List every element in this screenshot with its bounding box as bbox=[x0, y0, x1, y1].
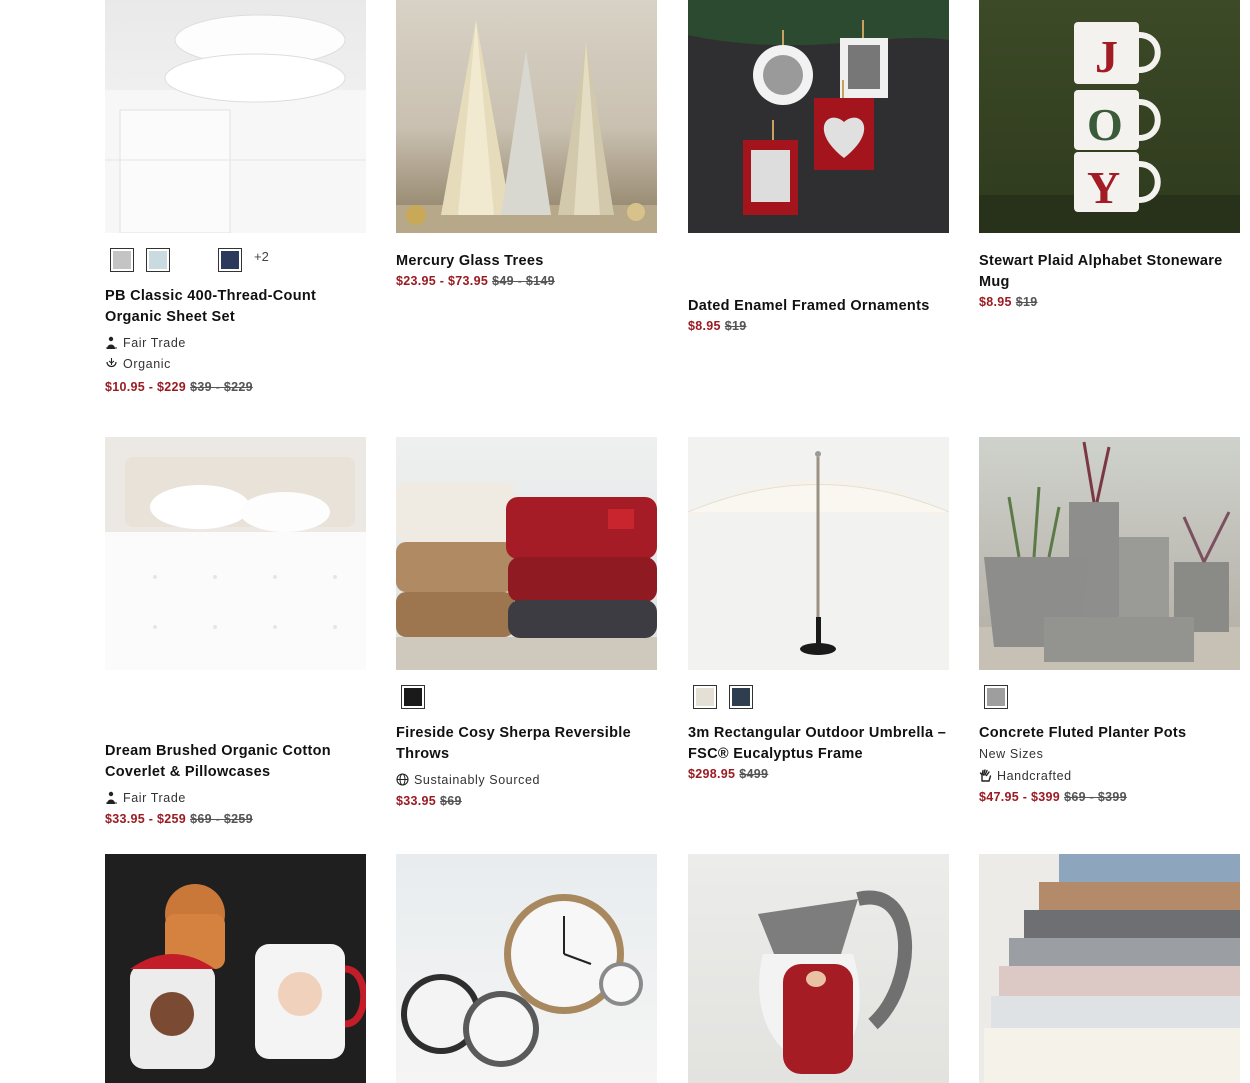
product-image[interactable] bbox=[688, 0, 949, 233]
product-title[interactable]: Mercury Glass Trees bbox=[396, 251, 657, 272]
ornaments-illustration bbox=[688, 0, 949, 215]
product-card: Fireside Cosy Sherpa Reversible Throws S… bbox=[396, 437, 657, 808]
product-image[interactable] bbox=[979, 437, 1240, 670]
product-image[interactable] bbox=[688, 854, 949, 1083]
product-price: $8.95 $19 bbox=[979, 295, 1240, 309]
color-swatches: +2 bbox=[105, 245, 366, 275]
more-colors-link[interactable]: +2 bbox=[254, 249, 269, 264]
sale-price: $8.95 bbox=[979, 295, 1012, 309]
product-price: $10.95 - $229 $39 - $229 bbox=[105, 380, 366, 394]
color-swatch[interactable] bbox=[729, 685, 753, 709]
product-card bbox=[688, 854, 949, 1083]
fair-trade-icon bbox=[106, 336, 117, 349]
product-image[interactable] bbox=[979, 854, 1240, 1083]
mercury-glass-trees-illustration bbox=[396, 20, 657, 233]
original-price: $49 - $149 bbox=[492, 274, 555, 288]
sustainably-sourced-badge: Sustainably Sourced bbox=[396, 769, 657, 790]
product-title[interactable]: Stewart Plaid Alphabet Stoneware Mug bbox=[979, 251, 1240, 293]
color-swatches bbox=[688, 682, 949, 712]
color-swatch[interactable] bbox=[984, 685, 1008, 709]
product-card: Mercury Glass Trees $23.95 - $73.95 $49 -… bbox=[396, 0, 657, 288]
product-card: Dated Enamel Framed Ornaments $8.95 $19 bbox=[688, 0, 949, 333]
product-title[interactable]: Fireside Cosy Sherpa Reversible Throws bbox=[396, 723, 657, 765]
coverlet-illustration bbox=[105, 457, 366, 670]
product-image[interactable] bbox=[688, 437, 949, 670]
product-card: Concrete Fluted Planter Pots New Sizes H… bbox=[979, 437, 1240, 804]
sale-price: $33.95 - $259 bbox=[105, 812, 187, 826]
color-swatches bbox=[979, 682, 1240, 712]
product-image[interactable] bbox=[396, 854, 657, 1083]
product-image[interactable]: J O Y bbox=[979, 0, 1240, 233]
handcrafted-badge: Handcrafted bbox=[979, 765, 1240, 786]
product-image[interactable] bbox=[105, 0, 366, 233]
santa-mugs-illustration bbox=[130, 884, 366, 1069]
product-price: $298.95 $499 bbox=[688, 767, 949, 781]
product-title[interactable]: Concrete Fluted Planter Pots bbox=[979, 723, 1240, 744]
product-image[interactable] bbox=[105, 854, 366, 1083]
product-title[interactable]: 3m Rectangular Outdoor Umbrella – FSC® E… bbox=[688, 723, 949, 765]
color-swatches bbox=[396, 682, 657, 712]
original-price: $19 bbox=[1015, 295, 1038, 309]
sherpa-throws-illustration bbox=[396, 482, 657, 670]
product-title[interactable]: Dated Enamel Framed Ornaments bbox=[688, 296, 949, 317]
original-price: $69 - $399 bbox=[1064, 790, 1127, 804]
original-price: $69 bbox=[440, 794, 462, 808]
product-price: $23.95 - $73.95 $49 - $149 bbox=[396, 274, 657, 288]
product-title[interactable]: PB Classic 400-Thread-Count Organic Shee… bbox=[105, 286, 366, 328]
product-price: $8.95 $19 bbox=[688, 319, 949, 333]
gnome-pitcher-illustration bbox=[758, 890, 913, 1074]
product-card: Dream Brushed Organic Cotton Coverlet & … bbox=[105, 437, 366, 826]
color-swatch[interactable] bbox=[218, 248, 242, 272]
sheet-set-illustration bbox=[105, 14, 366, 233]
fair-trade-icon bbox=[106, 791, 117, 804]
color-swatch[interactable] bbox=[182, 248, 206, 272]
product-title[interactable]: Dream Brushed Organic Cotton Coverlet & … bbox=[105, 741, 366, 783]
product-card: J O Y Stewart Plaid Alphabet Stoneware M… bbox=[979, 0, 1240, 309]
fair-trade-badge: Fair Trade bbox=[105, 332, 366, 353]
original-price: $69 - $259 bbox=[190, 812, 253, 826]
sale-price: $33.95 bbox=[396, 794, 437, 808]
organic-badge: Organic bbox=[105, 353, 366, 374]
product-card bbox=[396, 854, 657, 1083]
color-swatch[interactable] bbox=[693, 685, 717, 709]
svg-text:O: O bbox=[1087, 99, 1123, 150]
product-price: $33.95 $69 bbox=[396, 794, 657, 808]
product-card bbox=[105, 854, 366, 1083]
original-price: $19 bbox=[724, 319, 747, 333]
color-swatch[interactable] bbox=[110, 248, 134, 272]
globe-icon bbox=[396, 773, 409, 786]
product-card: 3m Rectangular Outdoor Umbrella – FSC® E… bbox=[688, 437, 949, 781]
sale-price: $10.95 - $229 bbox=[105, 380, 187, 394]
color-swatch[interactable] bbox=[146, 248, 170, 272]
sale-price: $47.95 - $399 bbox=[979, 790, 1061, 804]
product-card: +2 PB Classic 400-Thread-Count Organic S… bbox=[105, 0, 366, 394]
linen-napkins-illustration bbox=[984, 854, 1240, 1083]
product-price: $33.95 - $259 $69 - $259 bbox=[105, 812, 366, 826]
original-price: $39 - $229 bbox=[190, 380, 253, 394]
svg-text:Y: Y bbox=[1087, 162, 1120, 213]
product-price: $47.95 - $399 $69 - $399 bbox=[979, 790, 1240, 804]
sale-price: $23.95 - $73.95 bbox=[396, 274, 489, 288]
organic-icon bbox=[106, 358, 117, 368]
sale-price: $8.95 bbox=[688, 319, 721, 333]
hand-icon bbox=[979, 769, 992, 782]
fair-trade-badge: Fair Trade bbox=[105, 787, 366, 808]
product-image[interactable] bbox=[396, 0, 657, 233]
product-image[interactable] bbox=[396, 437, 657, 670]
umbrella-illustration bbox=[688, 451, 949, 655]
product-card bbox=[979, 854, 1240, 1083]
alarm-clocks-illustration bbox=[401, 894, 643, 1067]
original-price: $499 bbox=[739, 767, 769, 781]
product-image[interactable] bbox=[105, 437, 366, 670]
color-swatch[interactable] bbox=[401, 685, 425, 709]
svg-text:J: J bbox=[1095, 31, 1118, 82]
sale-price: $298.95 bbox=[688, 767, 736, 781]
planter-pots-illustration bbox=[979, 441, 1240, 670]
new-sizes-note: New Sizes bbox=[979, 747, 1044, 761]
alphabet-mug-illustration: J O Y bbox=[979, 22, 1240, 233]
